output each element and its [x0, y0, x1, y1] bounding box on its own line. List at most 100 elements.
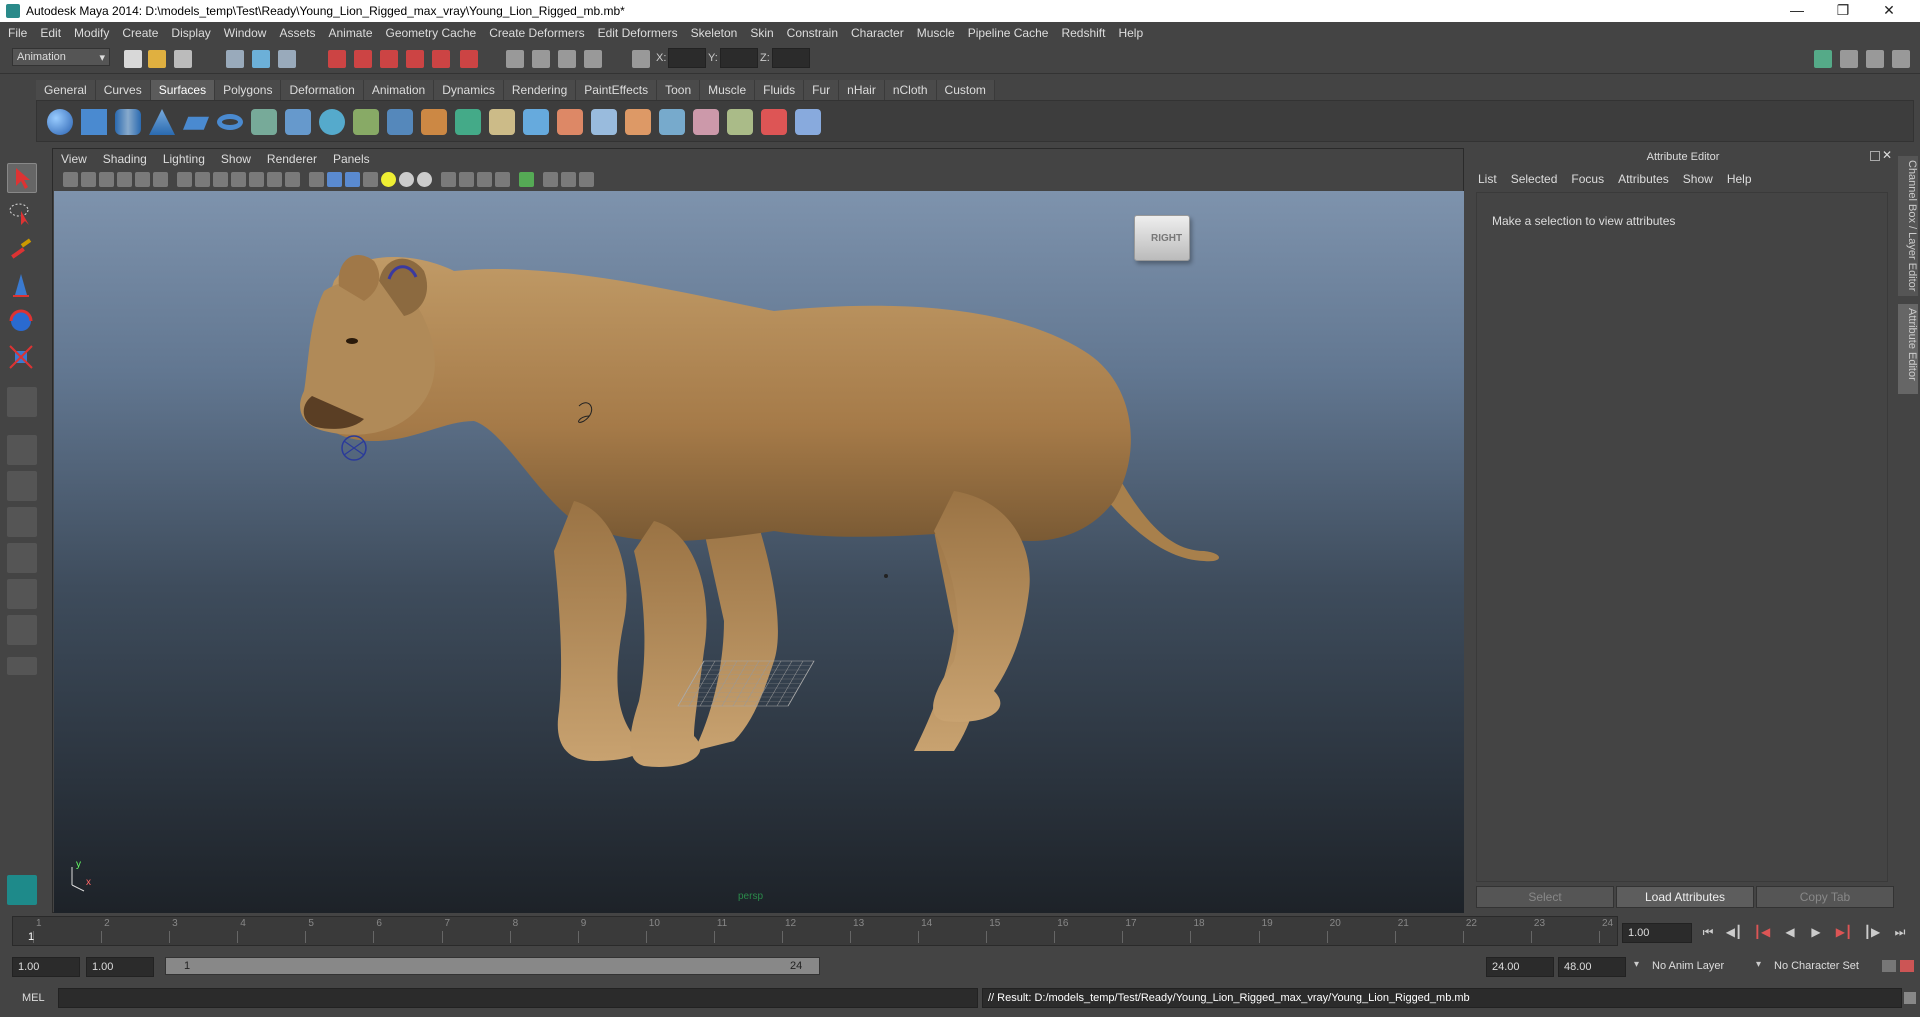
nurbs-cube-icon[interactable] — [81, 109, 107, 135]
step-back-key-icon[interactable]: ◀┃ — [1724, 925, 1744, 941]
shelf-tab-general[interactable]: General — [36, 80, 96, 100]
shelf-tab-toon[interactable]: Toon — [657, 80, 701, 100]
close-button[interactable]: ✕ — [1866, 0, 1912, 22]
nurbs-cylinder-icon[interactable] — [115, 109, 141, 135]
rotate-tool-icon[interactable] — [7, 307, 37, 337]
shelf-tab-surfaces[interactable]: Surfaces — [150, 80, 216, 100]
hud-icon[interactable] — [441, 172, 456, 187]
viewport-menu-panels[interactable]: Panels — [333, 152, 370, 166]
select-button[interactable]: Select — [1476, 886, 1614, 908]
menu-create[interactable]: Create — [122, 26, 158, 40]
image-plane-icon[interactable] — [117, 172, 132, 187]
menu-redshift[interactable]: Redshift — [1061, 26, 1105, 40]
menu-window[interactable]: Window — [224, 26, 267, 40]
shelf-tab-rendering[interactable]: Rendering — [503, 80, 577, 100]
shelf-tab-painteffects[interactable]: PaintEffects — [576, 80, 658, 100]
xray-active-icon[interactable] — [345, 172, 360, 187]
step-forward-frame-icon[interactable]: ▶┃ — [1834, 925, 1854, 941]
use-all-lights-icon[interactable] — [249, 172, 264, 187]
shelf-tab-nhair[interactable]: nHair — [839, 80, 885, 100]
scale-tool-icon[interactable] — [7, 343, 37, 373]
viewport-menu-lighting[interactable]: Lighting — [163, 152, 205, 166]
snap-grid-icon[interactable] — [328, 50, 346, 68]
anim-layer-chevron-icon[interactable]: ▾ — [1634, 959, 1639, 970]
attr-menu-list[interactable]: List — [1478, 172, 1497, 186]
go-to-end-icon[interactable]: ⏭ — [1890, 925, 1910, 941]
shadows-icon[interactable] — [267, 172, 282, 187]
camera-attributes-icon[interactable] — [81, 172, 96, 187]
bevel-plus-icon[interactable] — [523, 109, 549, 135]
nurbs-plane-icon[interactable] — [183, 116, 209, 130]
float-panel-icon[interactable] — [1870, 151, 1880, 161]
safe-action-icon[interactable] — [561, 172, 576, 187]
menu-display[interactable]: Display — [171, 26, 210, 40]
project-curve-icon[interactable] — [591, 109, 617, 135]
menu-muscle[interactable]: Muscle — [917, 26, 955, 40]
nurbs-cone-icon[interactable] — [149, 109, 175, 135]
load-attributes-button[interactable]: Load Attributes — [1616, 886, 1754, 908]
shelf-tab-custom[interactable]: Custom — [936, 80, 995, 100]
render-settings-icon[interactable] — [584, 50, 602, 68]
attr-menu-attributes[interactable]: Attributes — [1618, 172, 1669, 186]
layout-persp-graph-icon[interactable] — [7, 543, 37, 573]
extrude-icon[interactable] — [353, 109, 379, 135]
layout-hypershade-icon[interactable] — [7, 615, 37, 645]
lasso-tool-icon[interactable] — [7, 199, 37, 229]
shelf-tab-fluids[interactable]: Fluids — [755, 80, 805, 100]
rebuild-surfaces-icon[interactable] — [795, 109, 821, 135]
go-to-start-icon[interactable]: ⏮ — [1698, 925, 1718, 941]
depth-of-field-icon[interactable] — [459, 172, 474, 187]
shelf-tab-animation[interactable]: Animation — [363, 80, 435, 100]
trim-tool-icon[interactable] — [625, 109, 651, 135]
range-bar[interactable]: 1 24 — [165, 957, 820, 975]
character-set-dropdown[interactable]: No Character Set — [1774, 960, 1859, 972]
view-cube[interactable]: RIGHT — [1134, 215, 1190, 261]
snap-curve-icon[interactable] — [354, 50, 372, 68]
animation-preferences-icon[interactable] — [1900, 960, 1914, 972]
shelf-tab-deformation[interactable]: Deformation — [281, 80, 364, 100]
menu-set-dropdown[interactable]: Animation ▾ — [12, 48, 110, 66]
close-panel-icon[interactable]: ✕ — [1882, 148, 1892, 162]
nurbs-torus-icon[interactable] — [217, 114, 243, 130]
birail-icon[interactable] — [387, 109, 413, 135]
default-light-icon[interactable] — [381, 172, 396, 187]
camera-gate-icon[interactable] — [519, 172, 534, 187]
time-slider[interactable]: 1 2 3 4 5 6 7 8 9 10 11 12 13 14 15 16 17 18 19 20 21 22 23 24 — [12, 916, 1618, 946]
bevel-icon[interactable] — [489, 109, 515, 135]
character-set-chevron-icon[interactable]: ▾ — [1756, 959, 1761, 970]
copy-tab-button[interactable]: Copy Tab — [1756, 886, 1894, 908]
transform-input-icon[interactable] — [632, 50, 650, 68]
shelf-tab-curves[interactable]: Curves — [95, 80, 151, 100]
render-current-frame-icon[interactable] — [532, 50, 550, 68]
select-tool-icon[interactable] — [7, 163, 37, 193]
menu-pipeline-cache[interactable]: Pipeline Cache — [968, 26, 1049, 40]
select-object-icon[interactable] — [252, 50, 270, 68]
bookmarks-icon[interactable] — [99, 172, 114, 187]
viewport-menu-show[interactable]: Show — [221, 152, 251, 166]
grid-toggle-icon[interactable] — [135, 172, 150, 187]
anim-layer-dropdown[interactable]: No Anim Layer — [1652, 960, 1724, 972]
layout-more-icon[interactable] — [7, 657, 37, 675]
mel-input[interactable] — [58, 988, 978, 1008]
play-backwards-icon[interactable]: ◀ — [1780, 925, 1800, 941]
wireframe-icon[interactable] — [177, 172, 192, 187]
detach-surfaces-icon[interactable] — [727, 109, 753, 135]
attach-surfaces-icon[interactable] — [693, 109, 719, 135]
modeling-toolkit-icon[interactable] — [1814, 50, 1832, 68]
render-view-icon[interactable] — [506, 50, 524, 68]
play-forwards-icon[interactable]: ▶ — [1806, 925, 1826, 941]
smooth-shade-icon[interactable] — [195, 172, 210, 187]
current-frame-field[interactable]: 1.00 — [1622, 923, 1692, 943]
isolate-select-icon[interactable] — [309, 172, 324, 187]
menu-animate[interactable]: Animate — [328, 26, 372, 40]
textured-icon[interactable] — [231, 172, 246, 187]
move-tool-icon[interactable] — [7, 271, 37, 301]
menu-help[interactable]: Help — [1118, 26, 1143, 40]
script-editor-icon[interactable] — [1904, 992, 1916, 1004]
playback-start-field[interactable]: 1.00 — [86, 957, 154, 977]
film-gate-icon[interactable] — [153, 172, 168, 187]
insert-isoparms-icon[interactable] — [761, 109, 787, 135]
xray-icon[interactable] — [285, 172, 300, 187]
restore-button[interactable]: ❐ — [1820, 0, 1866, 22]
layout-four-pane-icon[interactable] — [7, 471, 37, 501]
